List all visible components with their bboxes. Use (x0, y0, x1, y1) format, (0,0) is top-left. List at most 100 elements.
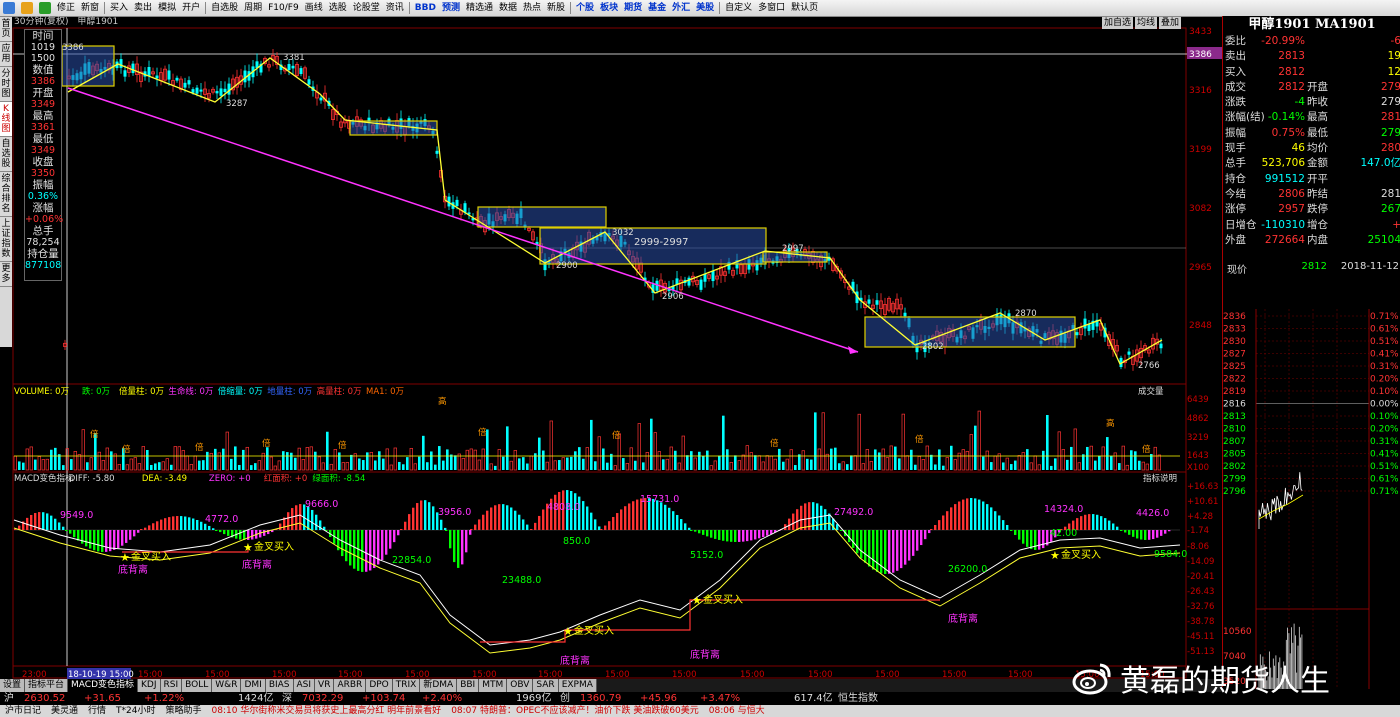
news-tab[interactable]: T*24小时 (111, 705, 160, 717)
chart-tool-button[interactable]: 均线 (1135, 17, 1158, 29)
macd-bar (688, 527, 691, 530)
macd-bar (986, 504, 989, 530)
info-value: 3386 (30, 76, 56, 87)
price-annotation: 2997 (782, 244, 804, 254)
indicator-tab[interactable]: VR (315, 679, 335, 692)
news-headline[interactable]: 08:07 特朗普：OPEC不应该减产！油价下跌 美油跌破60美元 (446, 705, 704, 717)
indicator-tab[interactable]: OBV (507, 679, 534, 692)
volume-bar (709, 465, 713, 471)
mini-axis-left: 2836 (1223, 312, 1246, 322)
volume-bar (914, 464, 917, 470)
volume-bar (901, 413, 905, 471)
volume-axis-label: X100 (1187, 463, 1209, 473)
macd-bar (680, 519, 683, 530)
indicator-tab[interactable]: TRIX (392, 679, 421, 692)
news-tab[interactable]: 策略助手 (161, 705, 207, 717)
macd-bar (514, 510, 517, 530)
quote-value: 2813 (1278, 50, 1305, 63)
macd-bar (160, 519, 163, 530)
info-value: 1500 (30, 53, 56, 64)
macd-bar (1120, 530, 1123, 531)
quote-value: + (1392, 218, 1400, 231)
macd-bar (664, 504, 667, 530)
mini-axis-right: 0.71% (1370, 487, 1399, 497)
volume-bar (1029, 462, 1033, 471)
volume-bar (173, 446, 177, 471)
bottom-divergence-label: 底背离 (690, 648, 720, 661)
indicator-tab[interactable]: 新DMA (420, 679, 458, 692)
quote-title: 甲醇1901 MA1901 (1248, 17, 1376, 32)
news-headline[interactable]: 08:06 与恒大 (704, 705, 770, 717)
indicator-tab[interactable]: W&R (212, 679, 242, 692)
news-tab[interactable]: 美灵通 (46, 705, 83, 717)
volume-bar (506, 426, 509, 470)
chart-tool-button[interactable]: 叠加 (1159, 17, 1182, 29)
candle-body-down (1083, 318, 1087, 329)
macd-bar (420, 500, 423, 530)
macd-area-label: 4426.0 (1136, 508, 1169, 519)
volume-bar (789, 449, 793, 471)
news-headline[interactable]: 08:10 华尔街称米交易员将获史上最高分红 明年前景看好 (207, 705, 447, 717)
volume-bar (1106, 437, 1109, 470)
quote-value: 267 (1380, 203, 1400, 216)
volume-bar (161, 461, 165, 471)
quote-row: 外盘 272664 内盘 25104 (1223, 233, 1400, 248)
volume-bar (1033, 455, 1037, 471)
index-field: 1360.79 (580, 693, 622, 704)
indicator-tab[interactable]: BBI (457, 679, 480, 692)
intraday-mini-chart[interactable]: 2836 0.71% 2833 0.61% 2830 0.51% 2827 0.41% 2825… (1223, 279, 1400, 689)
mini-axis-right: 0.31% (1370, 437, 1399, 447)
chart-tool-button[interactable]: 加自选 (1102, 17, 1134, 29)
golden-cross-signal: 金叉买入 (254, 540, 294, 553)
indicator-tab[interactable]: KDJ (138, 679, 161, 692)
macd-legend: MACD变色指标 (14, 473, 74, 484)
indicator-tab[interactable]: 设置 (0, 679, 26, 692)
volume-bar (1066, 459, 1069, 470)
volume-bar (409, 447, 413, 471)
quote-label: 涨跌 (1225, 96, 1246, 109)
macd-bar (1168, 530, 1171, 532)
volume-bar (110, 451, 113, 470)
indicator-tab[interactable]: ARBR (334, 679, 367, 692)
info-label: 持仓量 (27, 248, 59, 260)
news-tab[interactable]: 沪市日记 (0, 705, 46, 717)
macd-axis-label: +10.61 (1187, 497, 1218, 507)
quote-value: -6 (1390, 35, 1400, 47)
volume-bar (206, 451, 209, 470)
indicator-tab[interactable]: SAR (533, 679, 559, 692)
volume-bar (1046, 415, 1049, 470)
indicator-tab[interactable]: MTM (479, 679, 508, 692)
news-tab[interactable]: 行情 (83, 705, 111, 717)
star-icon: ★ (243, 541, 253, 554)
mini-axis-right: 0.20% (1370, 375, 1399, 385)
indicator-tab[interactable]: BOLL (182, 679, 213, 692)
volume-bar (570, 456, 573, 470)
macd-bar (868, 530, 871, 567)
volume-bar (513, 450, 517, 471)
indicator-tab[interactable]: RSI (160, 679, 183, 692)
macd-bar (42, 512, 45, 530)
quote-value: 272664 (1264, 233, 1305, 246)
macd-area-label: 4808.0 (547, 502, 580, 513)
macd-bar (1030, 530, 1033, 550)
macd-bar (428, 502, 431, 530)
candle-body-down (319, 97, 323, 101)
indicator-tab[interactable]: 指标平台 (25, 679, 69, 692)
indicator-tab[interactable]: ASI (293, 679, 316, 692)
indicator-tab[interactable]: BIAS (265, 679, 294, 692)
kline-chart[interactable]: 3433 3316 3199 3082 2965 2848 3386 3381 3287 3032… (0, 0, 1222, 679)
volume-bar (526, 463, 529, 470)
macd-bar (502, 504, 505, 530)
volume-bar (925, 445, 929, 471)
volume-mark: 高 (438, 396, 447, 407)
candle-body-down (167, 70, 171, 80)
volume-axis-label: 6439 (1187, 395, 1209, 405)
indicator-tab[interactable]: DMI (241, 679, 266, 692)
indicator-tab[interactable]: EXPMA (558, 679, 597, 692)
macd-axis-label: +4.28 (1187, 512, 1213, 522)
chart-period[interactable]: 30分钟(复权) (14, 17, 68, 27)
volume-bar (1002, 462, 1005, 470)
indicator-tab[interactable]: MACD变色指标 (68, 679, 139, 692)
indicator-tab[interactable]: DPO (366, 679, 393, 692)
macd-bar (530, 529, 533, 530)
